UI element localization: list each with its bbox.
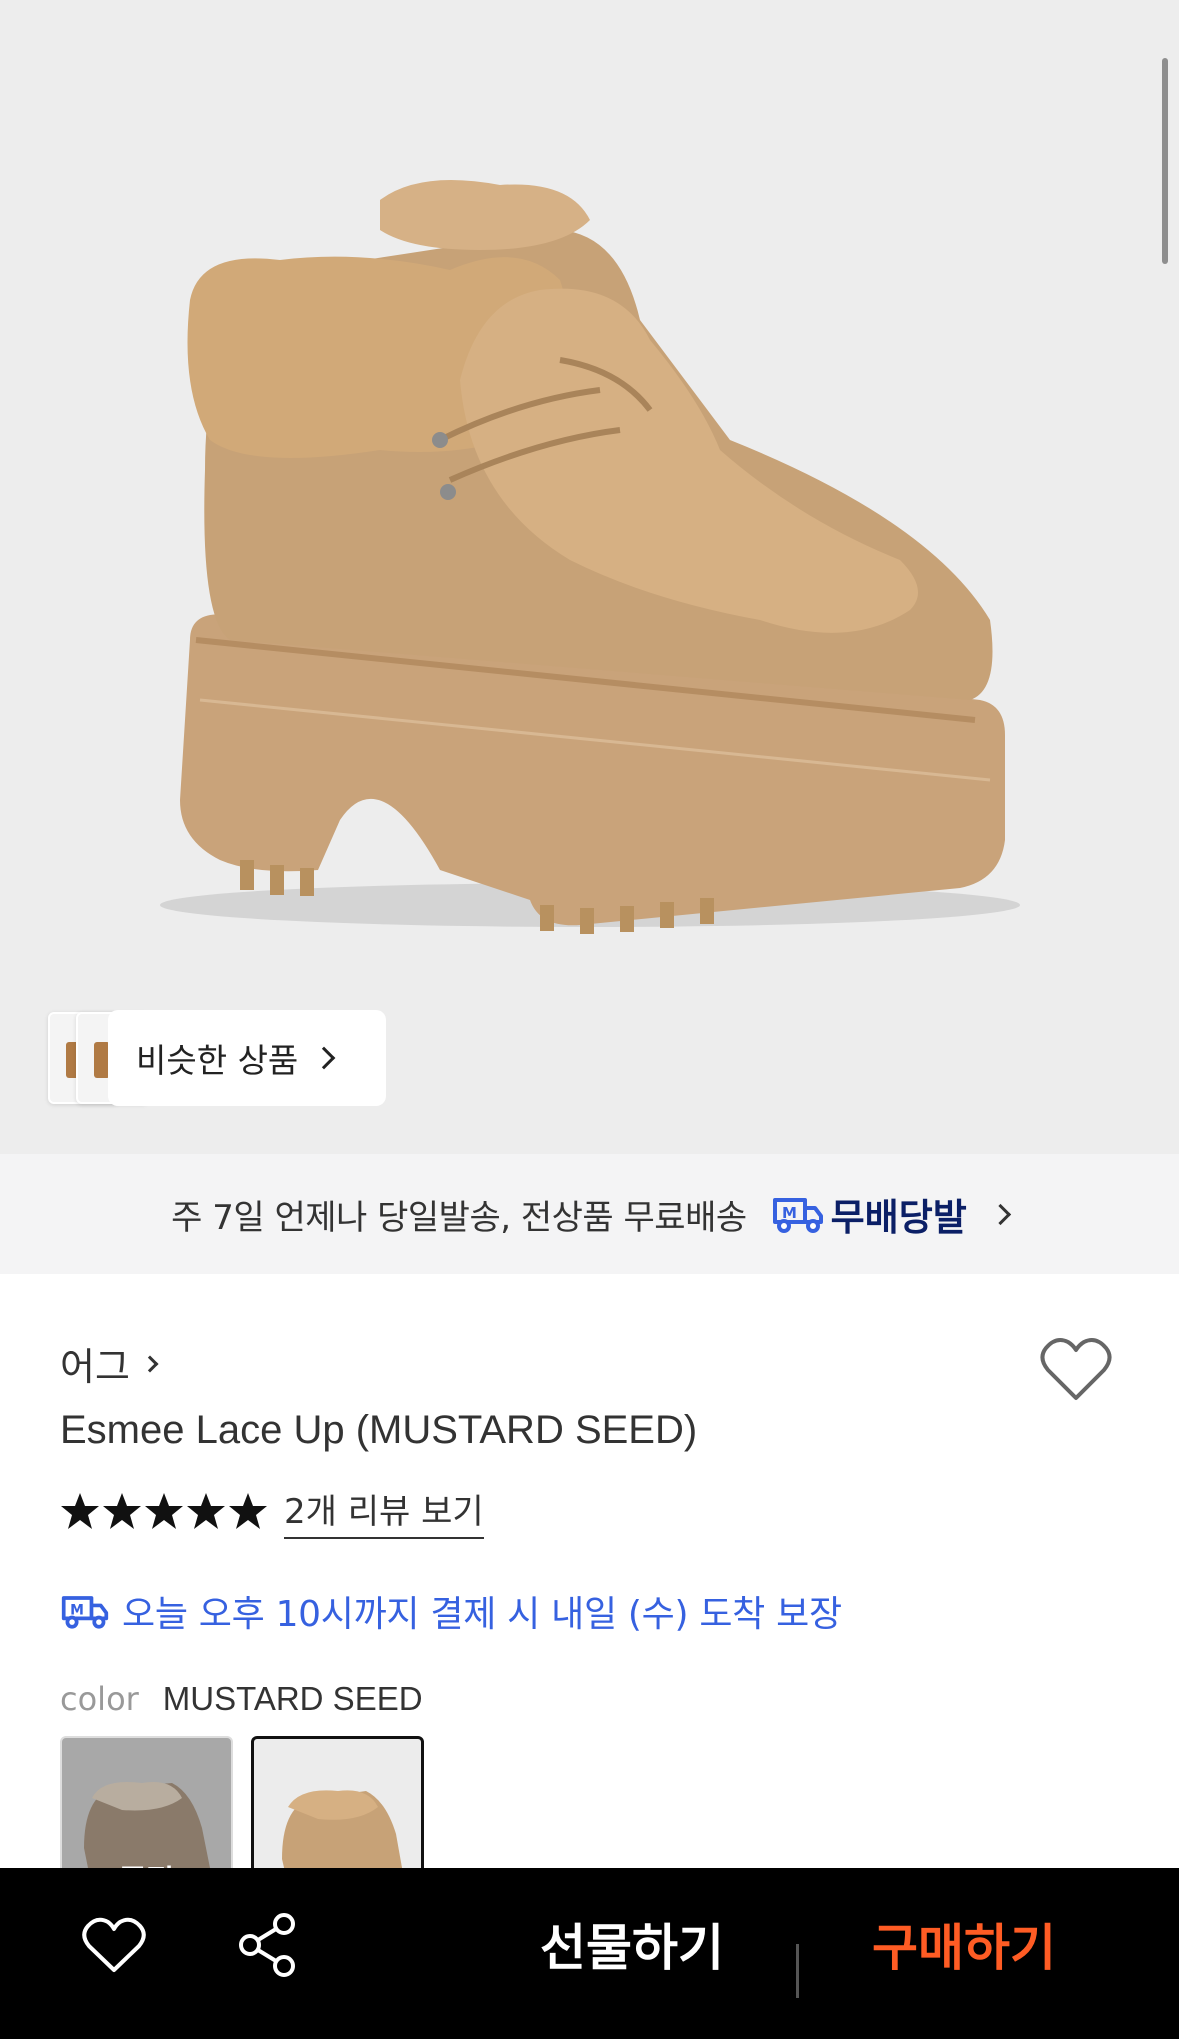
shipping-brand: 무배당발 (830, 1196, 967, 1239)
delivery-truck-icon: M (772, 1198, 823, 1233)
svg-text:M: M (782, 1204, 797, 1222)
chevron-right-icon (989, 1203, 1011, 1225)
share-icon[interactable] (238, 1912, 298, 1978)
delivery-truck-icon: M (61, 1596, 109, 1629)
delivery-text: 오늘 오후 10시까지 결제 시 내일 (수) 도착 보장 (122, 1594, 842, 1635)
star-rating (60, 1491, 270, 1531)
chevron-right-icon (312, 1046, 336, 1070)
color-value: MUSTARD SEED (162, 1680, 423, 1717)
color-label: color (60, 1680, 139, 1718)
star-icon (61, 1493, 99, 1529)
similar-products-button[interactable]: 비슷한 상품 (48, 1010, 386, 1106)
bottom-bar-divider (796, 1944, 799, 1998)
bottom-action-bar: 선물하기 구매하기 (0, 1868, 1179, 2039)
buy-button[interactable]: 구매하기 (872, 1908, 1056, 1980)
similar-products-label: 비슷한 상품 (136, 1041, 299, 1080)
shipping-banner-text: 주 7일 언제나 당일발송, 전상품 무료배송 (171, 1197, 747, 1238)
review-link[interactable]: 2개 리뷰 보기 (284, 1484, 484, 1539)
delivery-guarantee: M 오늘 오후 10시까지 결제 시 내일 (수) 도착 보장 (60, 1585, 842, 1637)
rating-row: 2개 리뷰 보기 (60, 1488, 484, 1539)
star-icon (103, 1493, 141, 1529)
svg-text:M: M (70, 1603, 84, 1619)
star-icon (229, 1493, 267, 1529)
product-title: Esmee Lace Up (MUSTARD SEED) (60, 1408, 698, 1452)
color-row: color MUSTARD SEED (60, 1680, 423, 1718)
product-image-gallery[interactable]: 비슷한 상품 (0, 0, 1179, 1154)
star-icon (187, 1493, 225, 1529)
heart-icon[interactable] (82, 1916, 146, 1974)
brand-name: 어그 (60, 1345, 130, 1389)
brand-link[interactable]: 어그 (60, 1336, 159, 1391)
gift-button[interactable]: 선물하기 (540, 1908, 724, 1980)
gallery-scroll-indicator (1162, 58, 1168, 264)
product-image (160, 180, 1020, 934)
chevron-right-icon (141, 1355, 159, 1372)
star-icon (145, 1493, 183, 1529)
similar-label-box: 비슷한 상품 (108, 1010, 386, 1106)
wishlist-heart-icon[interactable] (1040, 1336, 1112, 1402)
shipping-banner[interactable]: 주 7일 언제나 당일발송, 전상품 무료배송 M 무배당발 (0, 1154, 1179, 1274)
